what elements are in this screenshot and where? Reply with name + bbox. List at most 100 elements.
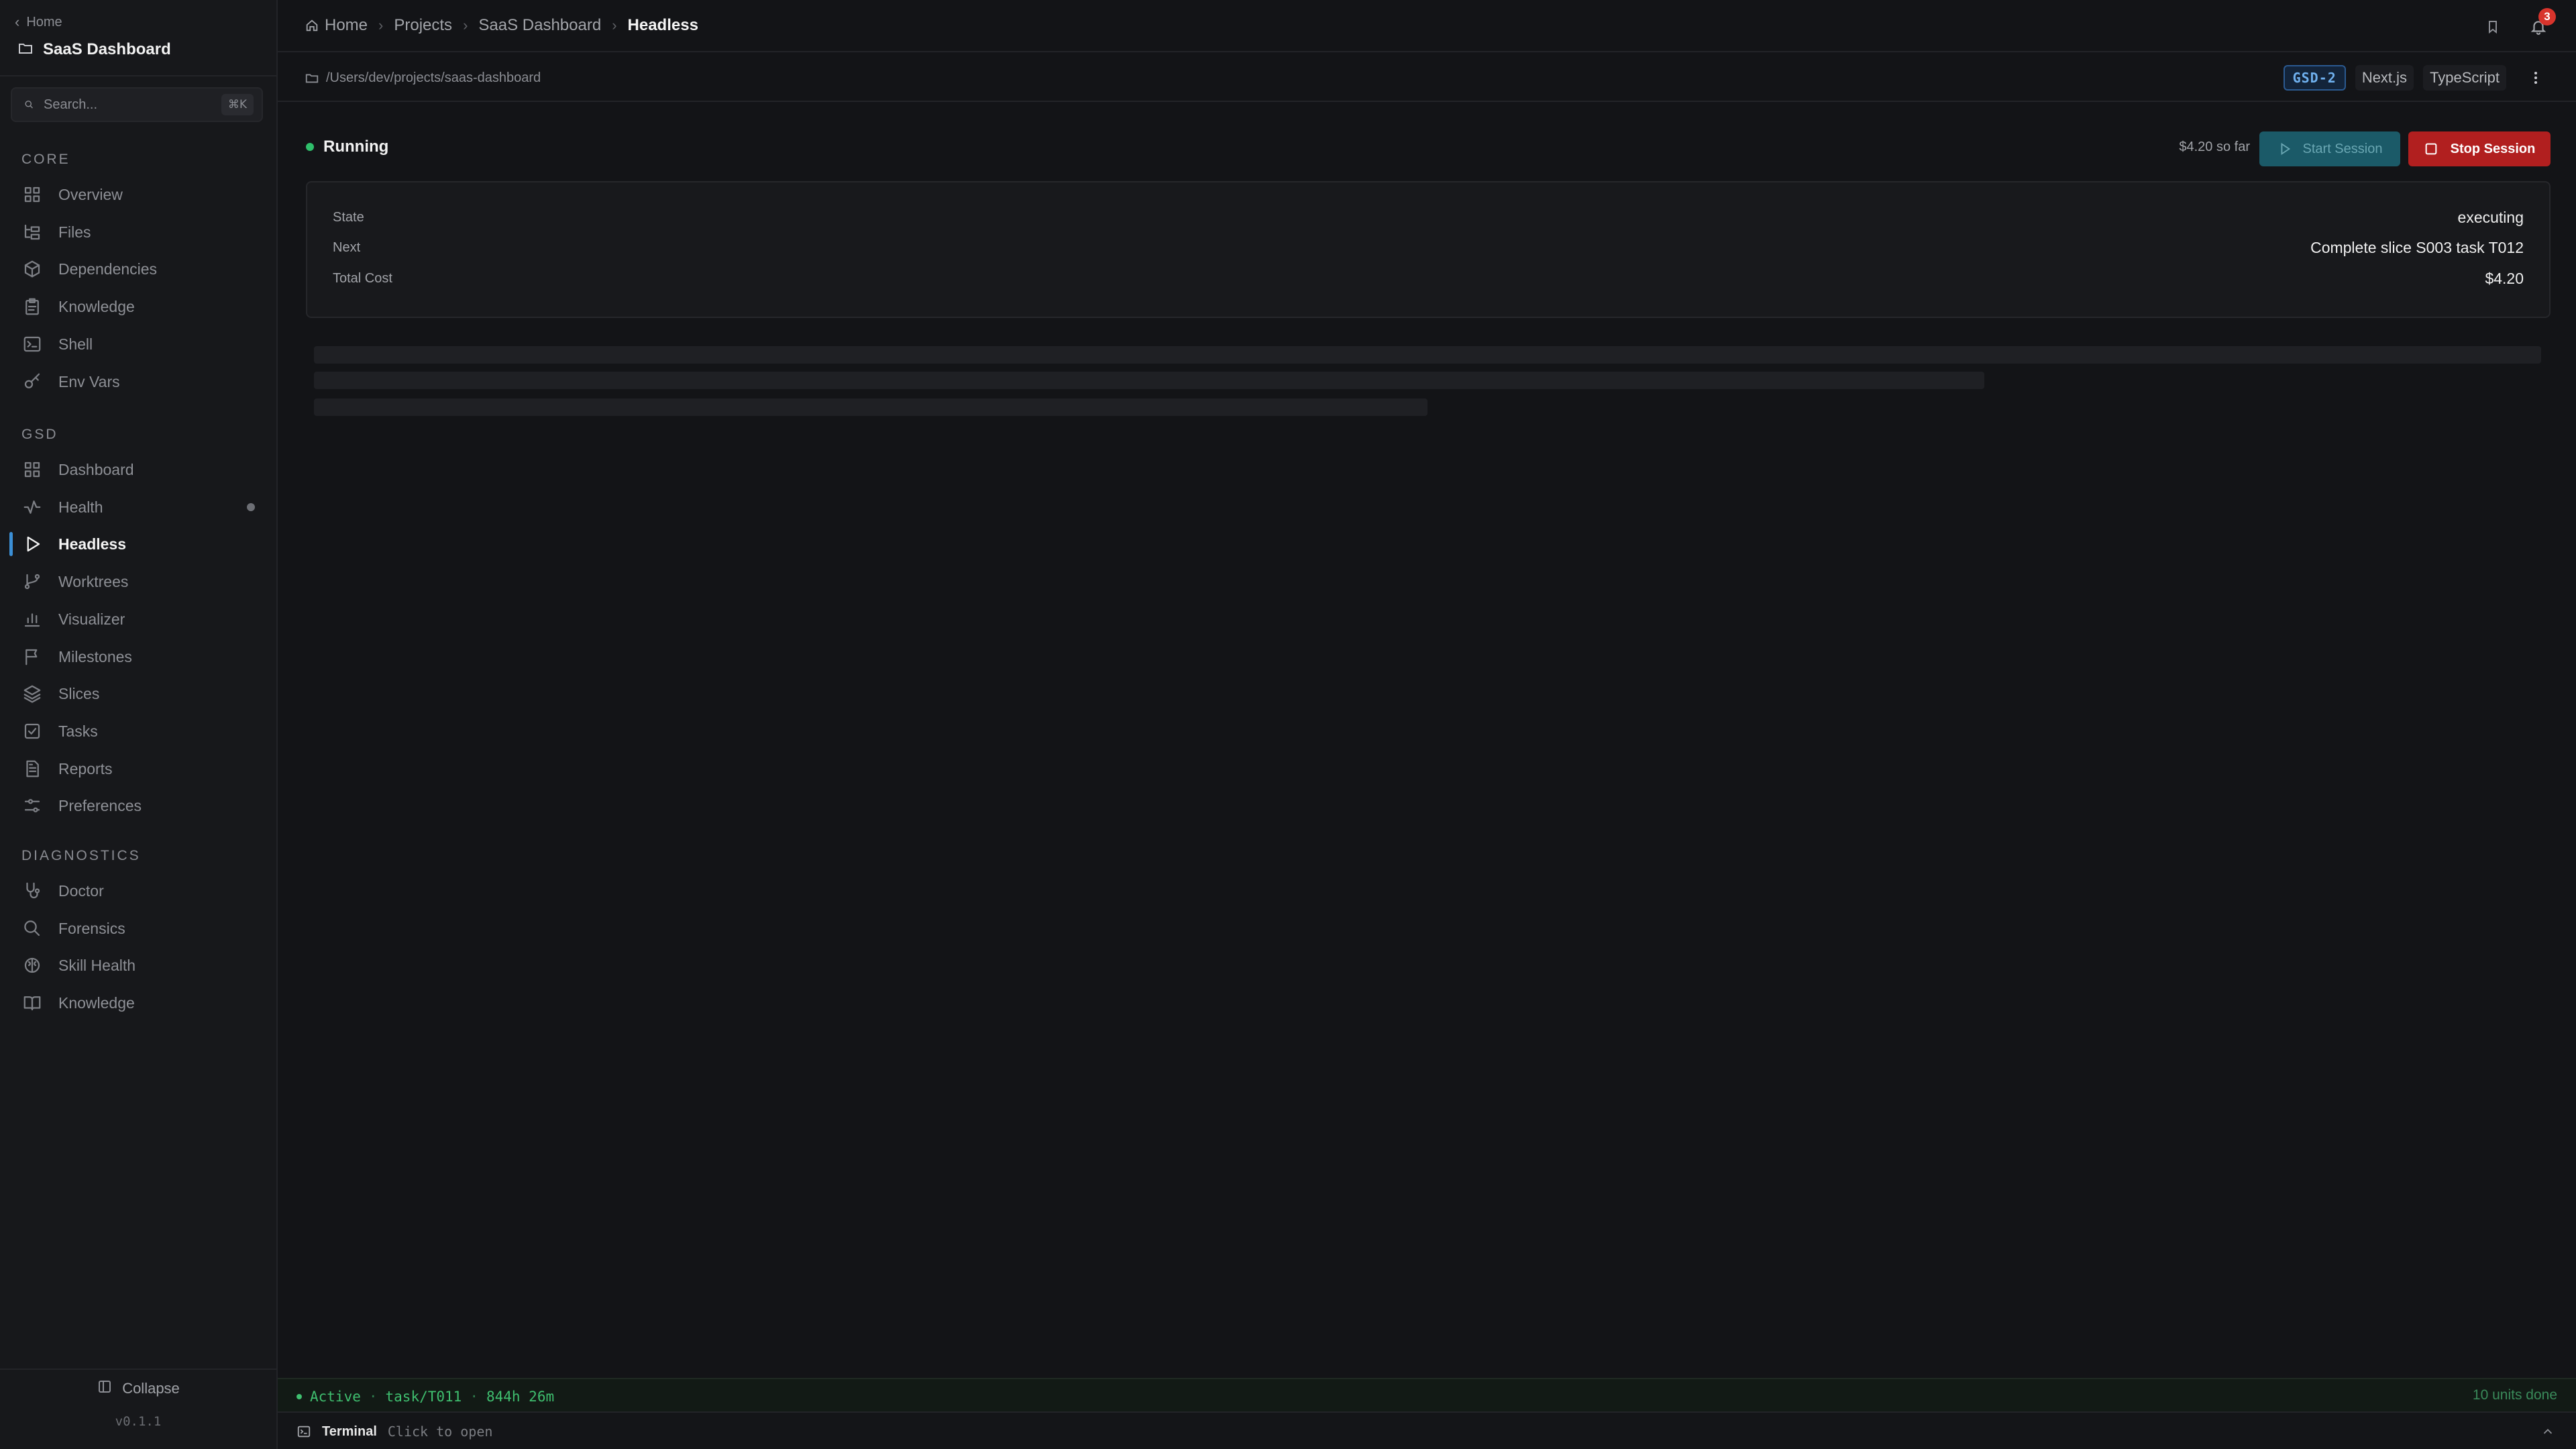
sidebar-item-tasks[interactable]: Tasks	[0, 714, 276, 749]
terminal-hint: Click to open	[387, 1424, 493, 1440]
project-path-bar: /Users/dev/projects/saas-dashboard GSD-2…	[278, 54, 2576, 102]
sidebar-item-skill-health[interactable]: Skill Health	[0, 948, 276, 983]
sidebar-item-health[interactable]: Health	[0, 490, 276, 525]
flag-icon	[21, 646, 43, 667]
detail-row-state: State executing	[333, 207, 2524, 228]
sidebar-item-label: Headless	[58, 535, 127, 553]
brain-icon	[21, 955, 43, 976]
breadcrumb-home[interactable]: Home	[305, 16, 368, 35]
check-square-icon	[21, 720, 43, 742]
bookmark-icon	[2489, 21, 2497, 34]
search-shortcut-badge: ⌘K	[221, 94, 254, 115]
sidebar: ‹ Home SaaS Dashboard ⌘K CORE Overview Fil…	[0, 0, 278, 1449]
terminal-expand-button[interactable]	[2538, 1422, 2557, 1441]
sidebar-item-label: Env Vars	[58, 372, 120, 390]
sidebar-item-files[interactable]: Files	[0, 215, 276, 250]
breadcrumb-project[interactable]: SaaS Dashboard	[478, 16, 601, 35]
top-bar: Home › Projects › SaaS Dashboard › Headl…	[278, 0, 2576, 52]
sidebar-section-title: CORE	[21, 152, 70, 167]
sidebar-search[interactable]: ⌘K	[11, 87, 263, 122]
activity-icon	[21, 496, 43, 518]
sidebar-item-dependencies[interactable]: Dependencies	[0, 252, 276, 286]
clipboard-icon	[21, 296, 43, 317]
detail-row-total-cost: Total Cost $4.20	[333, 268, 2524, 289]
breadcrumb-projects[interactable]: Projects	[394, 16, 452, 35]
chevron-right-icon: ›	[378, 17, 384, 34]
session-details-card: State executing Next Complete slice S003…	[306, 181, 2551, 318]
status-bar-left: Active · task/T011 · 844h 26m	[297, 1387, 554, 1406]
status-bar-task: task/T011	[385, 1389, 462, 1405]
sidebar-item-label: Slices	[58, 684, 100, 702]
sidebar-item-milestones[interactable]: Milestones	[0, 639, 276, 674]
language-tag: TypeScript	[2423, 65, 2506, 91]
sidebar-item-headless[interactable]: Headless	[0, 527, 276, 561]
framework-tag: Next.js	[2355, 65, 2414, 91]
project-path: /Users/dev/projects/saas-dashboard	[305, 68, 541, 87]
stop-session-label: Stop Session	[2450, 141, 2536, 156]
running-indicator-dot	[306, 143, 314, 151]
sidebar-item-label: Preferences	[58, 796, 142, 814]
stop-session-button[interactable]: Stop Session	[2408, 131, 2551, 166]
panel-collapse-icon	[97, 1379, 113, 1399]
sidebar-item-forensics[interactable]: Forensics	[0, 911, 276, 946]
cost-so-far: $4.20 so far	[2179, 140, 2250, 154]
stethoscope-icon	[21, 880, 43, 902]
search-input[interactable]	[44, 97, 221, 113]
bookmark-button[interactable]	[2479, 13, 2506, 40]
sidebar-item-knowledge[interactable]: Knowledge	[0, 289, 276, 324]
sidebar-item-label: Milestones	[58, 647, 132, 665]
session-status: Running	[306, 136, 388, 158]
separator: ·	[470, 1389, 478, 1405]
loading-skeleton-line	[314, 372, 1984, 389]
chevron-left-icon: ‹	[15, 13, 20, 30]
gsd-version-badge: GSD-2	[2283, 65, 2346, 91]
more-options-button[interactable]	[2522, 64, 2549, 91]
sidebar-item-env-vars[interactable]: Env Vars	[0, 364, 276, 399]
sidebar-divider	[0, 1368, 276, 1370]
layout-grid-icon	[21, 184, 43, 205]
sidebar-item-shell[interactable]: Shell	[0, 327, 276, 362]
git-branch-icon	[21, 571, 43, 592]
detail-value: Complete slice S003 task T012	[2310, 238, 2524, 256]
sidebar-item-label: Knowledge	[58, 297, 135, 315]
status-bar: Active · task/T011 · 844h 26m 10 units d…	[278, 1378, 2576, 1411]
search-icon	[25, 101, 33, 109]
sidebar-item-label: Overview	[58, 185, 123, 203]
back-to-home-link[interactable]: ‹ Home	[15, 13, 62, 31]
project-header[interactable]: SaaS Dashboard	[17, 38, 171, 62]
sidebar-item-reports[interactable]: Reports	[0, 751, 276, 786]
sidebar-divider	[0, 75, 276, 76]
collapse-label: Collapse	[122, 1380, 180, 1397]
chevron-up-icon	[2543, 1428, 2553, 1434]
stop-square-icon	[2425, 143, 2436, 155]
chevron-right-icon: ›	[463, 17, 468, 34]
sidebar-item-preferences[interactable]: Preferences	[0, 788, 276, 823]
collapse-button[interactable]: Collapse	[0, 1377, 276, 1401]
report-icon	[21, 758, 43, 780]
sidebar-item-dashboard[interactable]: Dashboard	[0, 452, 276, 487]
detail-key: Total Cost	[333, 270, 392, 286]
detail-value: executing	[2457, 208, 2524, 226]
sidebar-item-visualizer[interactable]: Visualizer	[0, 602, 276, 637]
start-session-button[interactable]: Start Session	[2259, 131, 2400, 166]
terminal-panel-bar[interactable]: Terminal Click to open	[278, 1411, 2576, 1449]
terminal-header: Terminal Click to open	[297, 1422, 492, 1441]
status-dot	[247, 503, 255, 511]
sidebar-item-overview[interactable]: Overview	[0, 177, 276, 212]
sidebar-item-knowledge[interactable]: Knowledge	[0, 985, 276, 1020]
notifications-button[interactable]: 3	[2525, 8, 2556, 40]
terminal-icon	[21, 333, 43, 355]
app-root: ‹ Home SaaS Dashboard ⌘K CORE Overview Fil…	[0, 0, 2576, 1449]
detail-row-next: Next Complete slice S003 task T012	[333, 237, 2524, 258]
bar-chart-icon	[21, 608, 43, 630]
sidebar-item-worktrees[interactable]: Worktrees	[0, 564, 276, 599]
back-label: Home	[26, 14, 62, 30]
sidebar-item-slices[interactable]: Slices	[0, 676, 276, 711]
sidebar-item-label: Tasks	[58, 722, 98, 740]
folder-open-icon	[305, 74, 319, 83]
home-icon	[306, 19, 318, 32]
sidebar-item-label: Forensics	[58, 919, 125, 937]
breadcrumb-current: Headless	[627, 16, 698, 34]
sidebar-item-doctor[interactable]: Doctor	[0, 873, 276, 908]
sidebar-item-label: Health	[58, 498, 103, 516]
